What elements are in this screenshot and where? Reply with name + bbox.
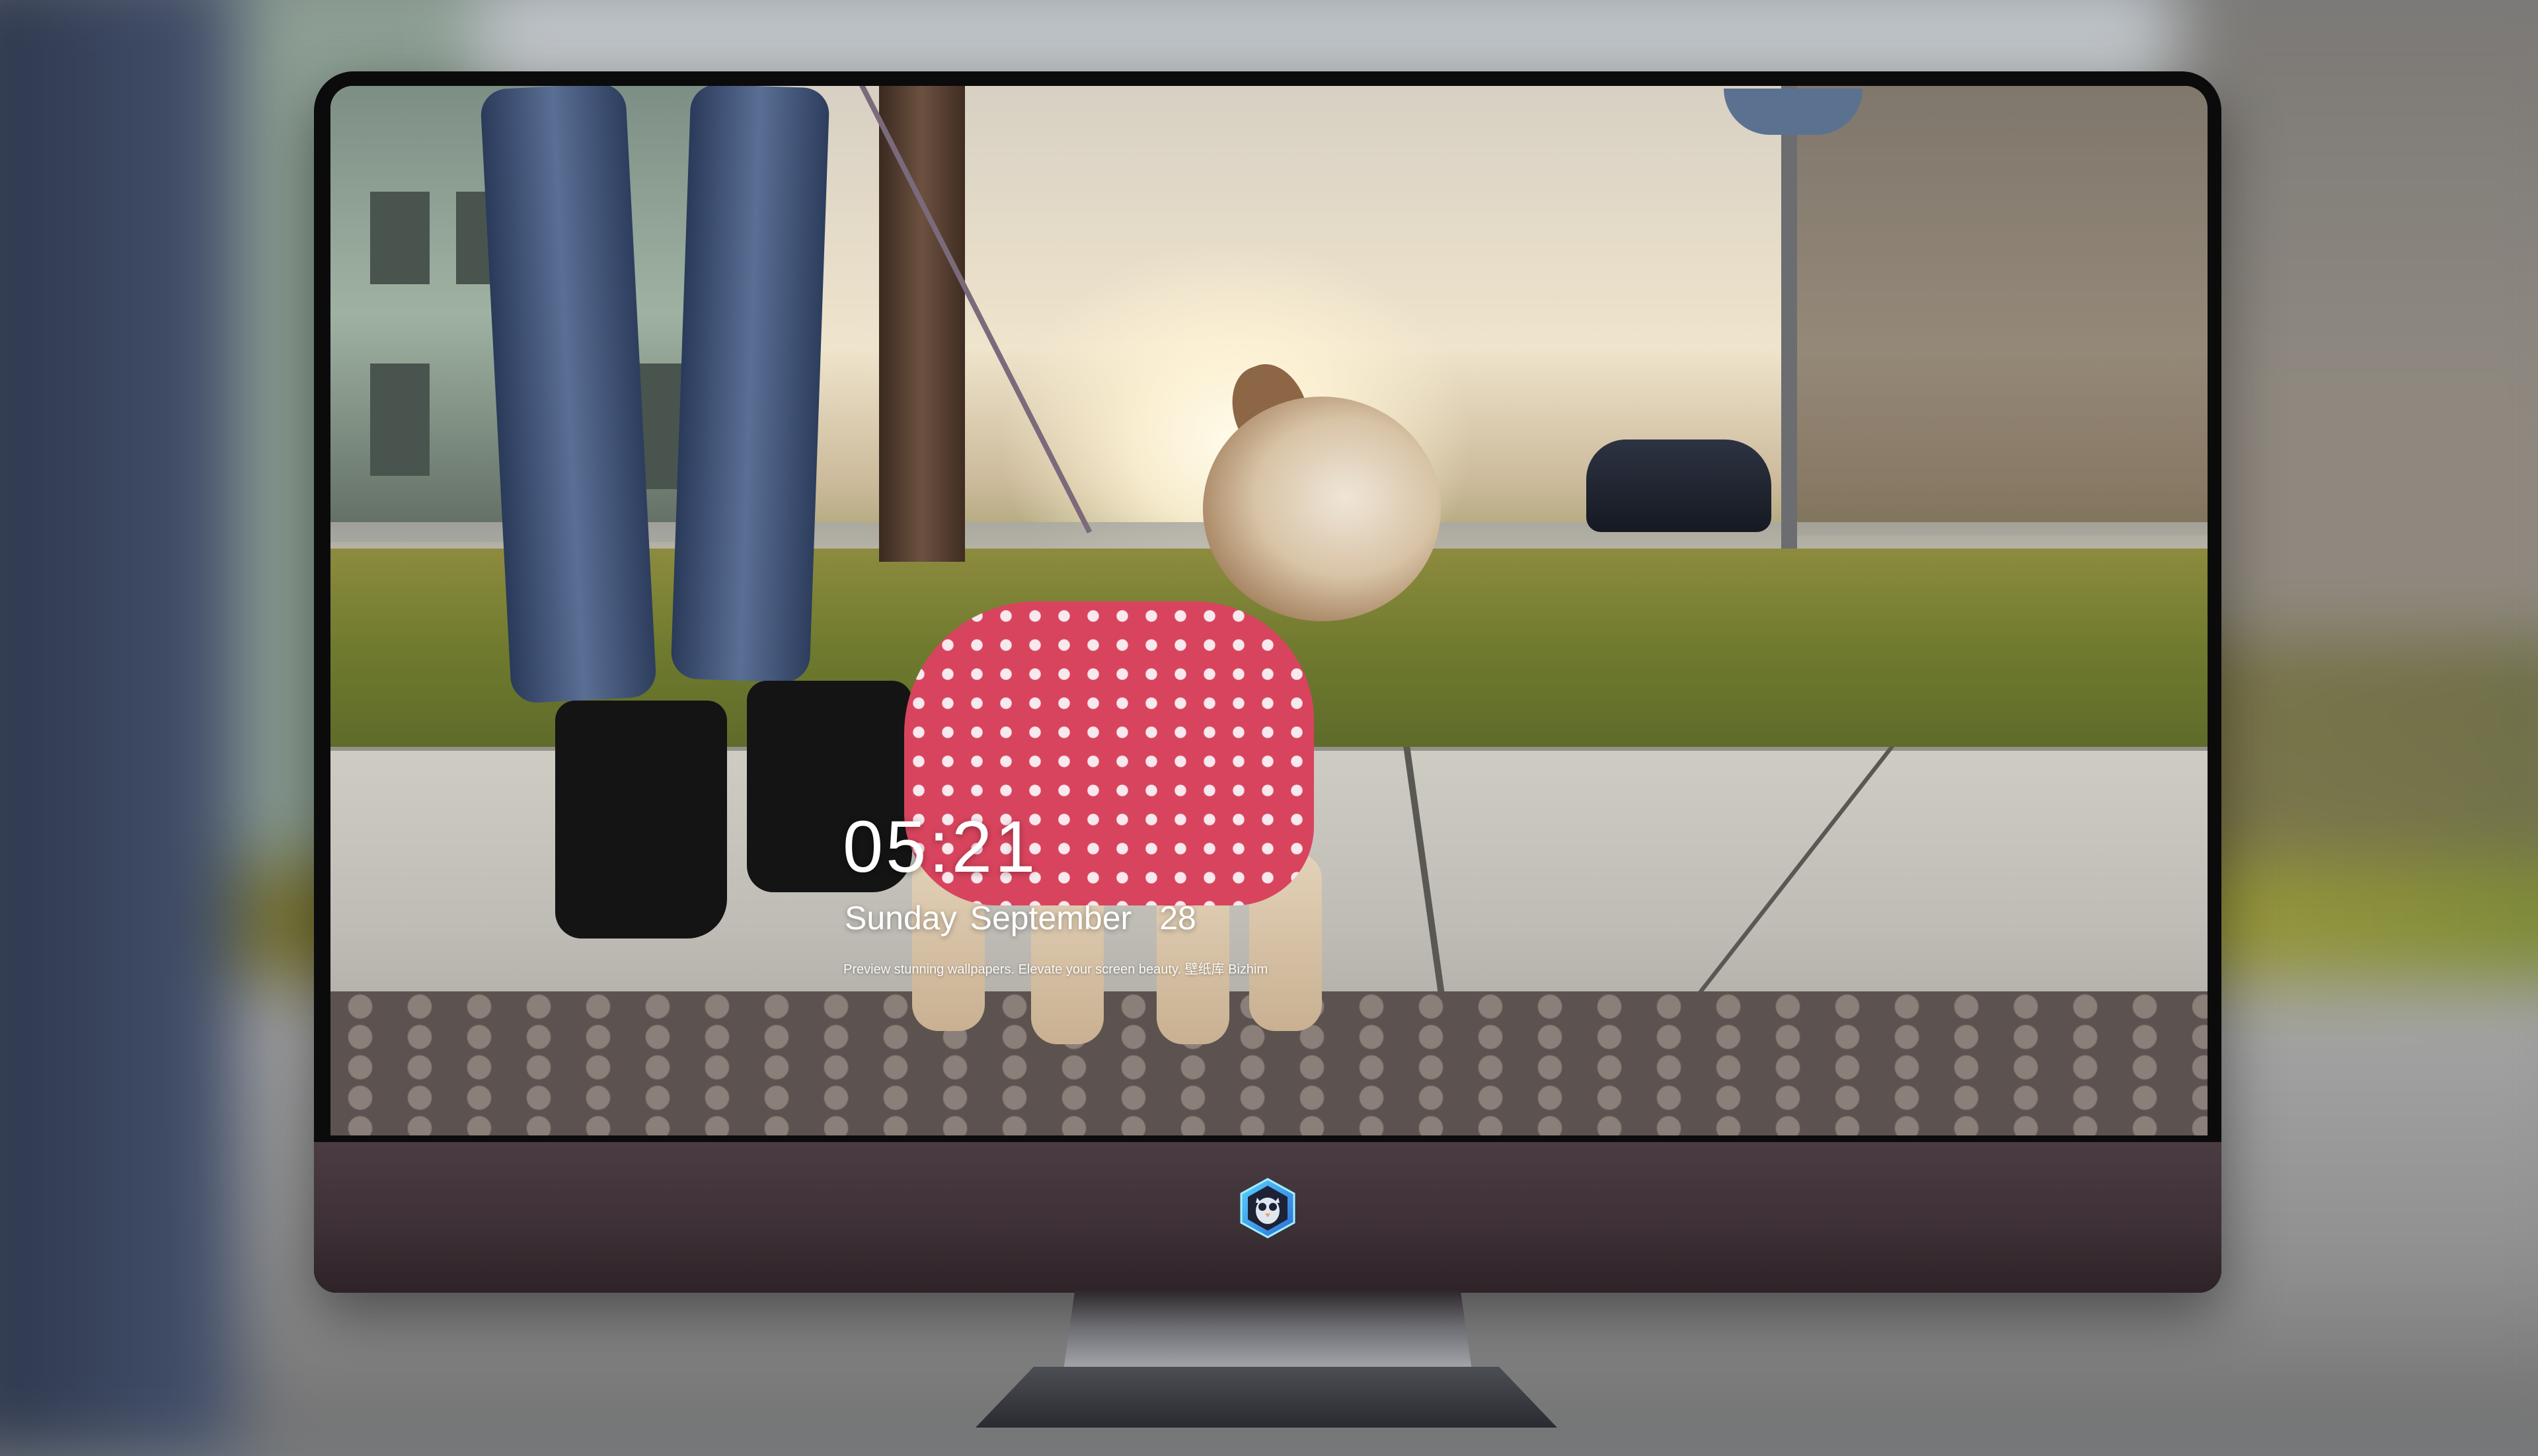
owl-shield-logo-icon	[1236, 1176, 1299, 1240]
wallpaper-boot-left	[555, 701, 727, 939]
wallpaper-car	[1586, 440, 1771, 532]
date-month: September	[970, 900, 1132, 937]
lock-screen-date: Sunday September 28	[845, 899, 1210, 937]
lock-screen-tagline: Preview stunning wallpapers. Elevate you…	[843, 962, 1268, 977]
monitor-stand-base	[976, 1367, 1557, 1428]
lock-screen-time: 05:21	[843, 806, 1038, 888]
date-weekday: Sunday	[845, 900, 957, 937]
monitor-stand-neck	[1063, 1289, 1473, 1375]
wallpaper-leg-right	[670, 86, 830, 683]
lock-screen: 05:21 Sunday September 28 Preview stunning…	[330, 86, 2208, 1135]
wallpaper-sign-pole	[1781, 86, 1797, 562]
wallpaper-dog-head	[1203, 397, 1441, 621]
wallpaper-trees	[1785, 86, 2208, 535]
date-day: 28	[1159, 900, 1196, 937]
wallpaper-tree-trunk	[879, 86, 965, 562]
monitor-chin	[314, 1142, 2221, 1293]
